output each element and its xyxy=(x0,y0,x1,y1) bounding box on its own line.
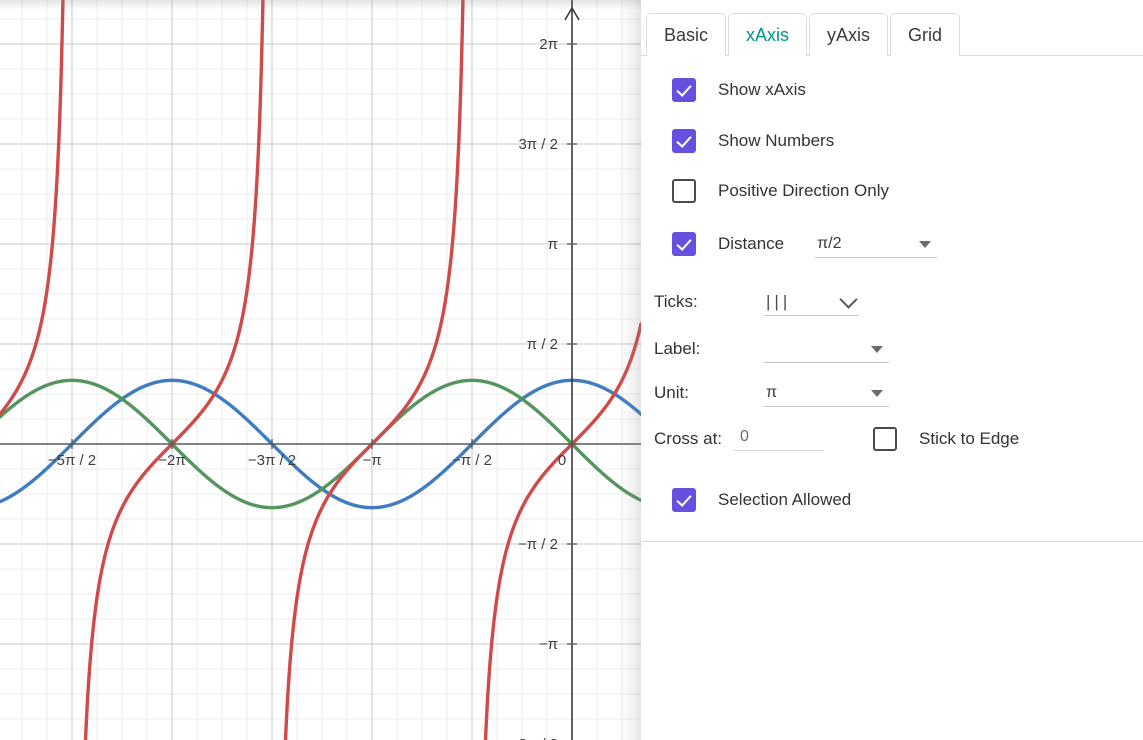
show-xaxis-checkbox[interactable] xyxy=(672,78,696,102)
stick-to-edge-label: Stick to Edge xyxy=(919,428,1020,448)
label-select[interactable] xyxy=(764,335,889,363)
chevron-down-icon xyxy=(871,390,883,397)
selection-allowed-checkbox[interactable] xyxy=(672,488,696,512)
xaxis-settings-body: Show xAxis Show Numbers Positive Directi… xyxy=(641,56,1143,542)
row-show-numbers: Show Numbers xyxy=(672,129,834,153)
cross-at-label: Cross at: xyxy=(654,428,723,448)
svg-text:−π / 2: −π / 2 xyxy=(518,536,558,553)
label-field-label: Label: xyxy=(654,339,701,358)
selection-allowed-label: Selection Allowed xyxy=(718,490,852,509)
row-positive-direction-only: Positive Direction Only xyxy=(672,179,889,203)
svg-text:−π: −π xyxy=(362,452,381,469)
settings-panel: Basic xAxis yAxis Grid Show xAxis Show N… xyxy=(641,0,1143,740)
svg-text:−5π / 2: −5π / 2 xyxy=(48,452,96,469)
ticks-select-value: ||| xyxy=(766,291,792,311)
svg-text:π / 2: π / 2 xyxy=(527,336,558,353)
unit-select-value: π xyxy=(766,383,778,401)
show-numbers-label: Show Numbers xyxy=(718,131,835,150)
tab-basic[interactable]: Basic xyxy=(646,13,727,56)
svg-text:−π / 2: −π / 2 xyxy=(452,452,492,469)
distance-select-value: π/2 xyxy=(817,234,842,252)
distance-select[interactable]: π/2 xyxy=(815,230,938,258)
row-ticks: Ticks: ||| xyxy=(654,288,859,316)
tab-yaxis[interactable]: yAxis xyxy=(809,13,889,56)
show-xaxis-label: Show xAxis xyxy=(718,80,806,99)
chevron-down-icon xyxy=(871,346,883,353)
row-show-xaxis: Show xAxis xyxy=(672,78,806,102)
svg-text:−2π: −2π xyxy=(158,452,185,469)
unit-label: Unit: xyxy=(654,383,689,402)
positive-direction-only-label: Positive Direction Only xyxy=(718,181,890,200)
svg-text:3π / 2: 3π / 2 xyxy=(518,136,558,153)
cross-at-input[interactable] xyxy=(734,426,825,451)
svg-text:2π: 2π xyxy=(539,36,558,53)
chevron-down-icon xyxy=(839,290,858,309)
svg-text:0: 0 xyxy=(558,452,566,469)
distance-checkbox[interactable] xyxy=(672,232,696,256)
svg-text:π: π xyxy=(548,236,558,253)
row-cross-at: Cross at: Stick to Edge xyxy=(654,426,1019,451)
tab-xaxis[interactable]: xAxis xyxy=(728,13,808,56)
ticks-select[interactable]: ||| xyxy=(764,288,859,316)
row-unit: Unit: π xyxy=(654,379,889,407)
stick-to-edge-checkbox[interactable] xyxy=(873,426,898,451)
row-distance: Distance π/2 xyxy=(672,230,938,258)
show-numbers-checkbox[interactable] xyxy=(672,129,696,153)
distance-label: Distance xyxy=(718,234,785,253)
svg-text:−π: −π xyxy=(539,636,558,653)
svg-text:−3π / 2: −3π / 2 xyxy=(510,736,558,740)
svg-text:−3π / 2: −3π / 2 xyxy=(248,452,296,469)
row-selection-allowed: Selection Allowed xyxy=(672,488,851,512)
ticks-label: Ticks: xyxy=(654,292,698,311)
tab-strip: Basic xAxis yAxis Grid xyxy=(641,13,1143,56)
app-root: −5π / 2 −2π −3π / 2 −π −π / 2 0 2π 3π / 2 π π / 2… xyxy=(0,0,1143,740)
positive-direction-only-checkbox[interactable] xyxy=(672,179,696,203)
graph-canvas[interactable]: −5π / 2 −2π −3π / 2 −π −π / 2 0 2π 3π / 2 π π / 2… xyxy=(0,0,641,740)
tab-grid[interactable]: Grid xyxy=(890,13,961,56)
unit-select[interactable]: π xyxy=(764,379,889,407)
row-label: Label: xyxy=(654,335,889,363)
chevron-down-icon xyxy=(919,241,932,248)
function-plot: −5π / 2 −2π −3π / 2 −π −π / 2 0 2π 3π / 2 π π / 2… xyxy=(0,0,641,740)
